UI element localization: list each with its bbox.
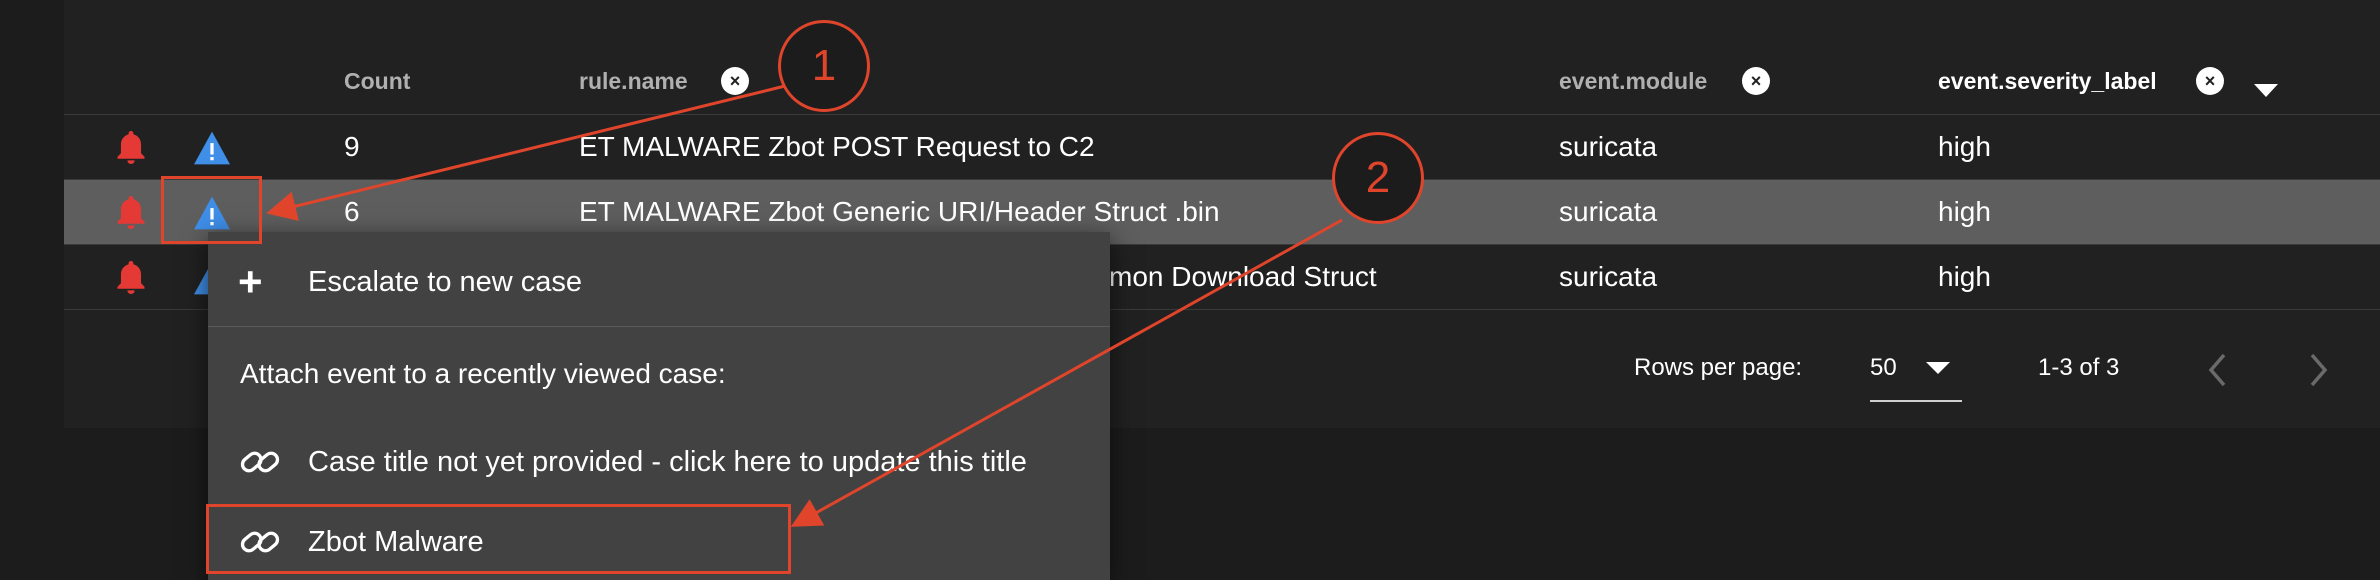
annotation-highlight-zbot-malware [206,504,791,574]
remove-column-severity-label-icon[interactable]: × [2196,67,2224,95]
rows-per-page-label: Rows per page: [1634,354,1803,381]
annotation-badge-2: 2 [1332,132,1424,224]
recent-case-item[interactable]: Case title not yet provided - click here… [208,440,1110,486]
event-module-cell: suricata [1559,131,1658,162]
escalate-bell-icon[interactable] [113,259,149,299]
severity-cell: high [1938,261,1991,292]
previous-page-icon[interactable] [2206,352,2228,388]
event-module-cell: suricata [1559,261,1658,292]
column-header-event-module[interactable]: event.module [1559,68,1707,95]
plus-icon: + [238,258,263,305]
severity-cell: high [1938,131,1991,162]
column-header-rule-name[interactable]: rule.name [579,68,688,95]
remove-column-rule-name-icon[interactable]: × [721,67,749,95]
column-header-count[interactable]: Count [344,68,410,95]
add-to-case-warning-icon[interactable] [192,130,232,166]
rows-per-page-select[interactable]: 50 [1870,354,1897,382]
escalate-to-new-case-item[interactable]: + Escalate to new case [208,258,1110,305]
event-module-cell: suricata [1559,196,1658,227]
column-header-severity-label[interactable]: event.severity_label [1938,68,2157,95]
rows-per-page-dropdown-icon[interactable] [1926,362,1950,374]
menu-divider [208,326,1110,327]
rule-name-cell: mon Download Struct [1109,261,1377,292]
annotation-badge-1: 1 [778,20,870,112]
escalate-bell-icon[interactable] [113,129,149,169]
escalate-to-new-case-label: Escalate to new case [308,266,583,298]
count-cell: 9 [344,131,360,162]
annotation-highlight-warning-icon [161,176,262,244]
remove-column-event-module-icon[interactable]: × [1742,67,1770,95]
next-page-icon[interactable] [2308,352,2330,388]
link-icon [240,451,280,473]
pagination-range: 1-3 of 3 [2038,354,2120,381]
severity-cell: high [1938,196,1991,227]
rows-per-page-underline [1870,400,1962,402]
escalate-bell-icon[interactable] [113,194,149,234]
table-row[interactable]: 9 ET MALWARE Zbot POST Request to C2 sur… [64,115,2380,179]
rule-name-cell: ET MALWARE Zbot POST Request to C2 [579,131,1095,162]
attach-event-label: Attach event to a recently viewed case: [240,358,726,389]
sort-descending-icon[interactable] [2254,84,2278,97]
recent-case-title: Case title not yet provided - click here… [308,446,1027,478]
